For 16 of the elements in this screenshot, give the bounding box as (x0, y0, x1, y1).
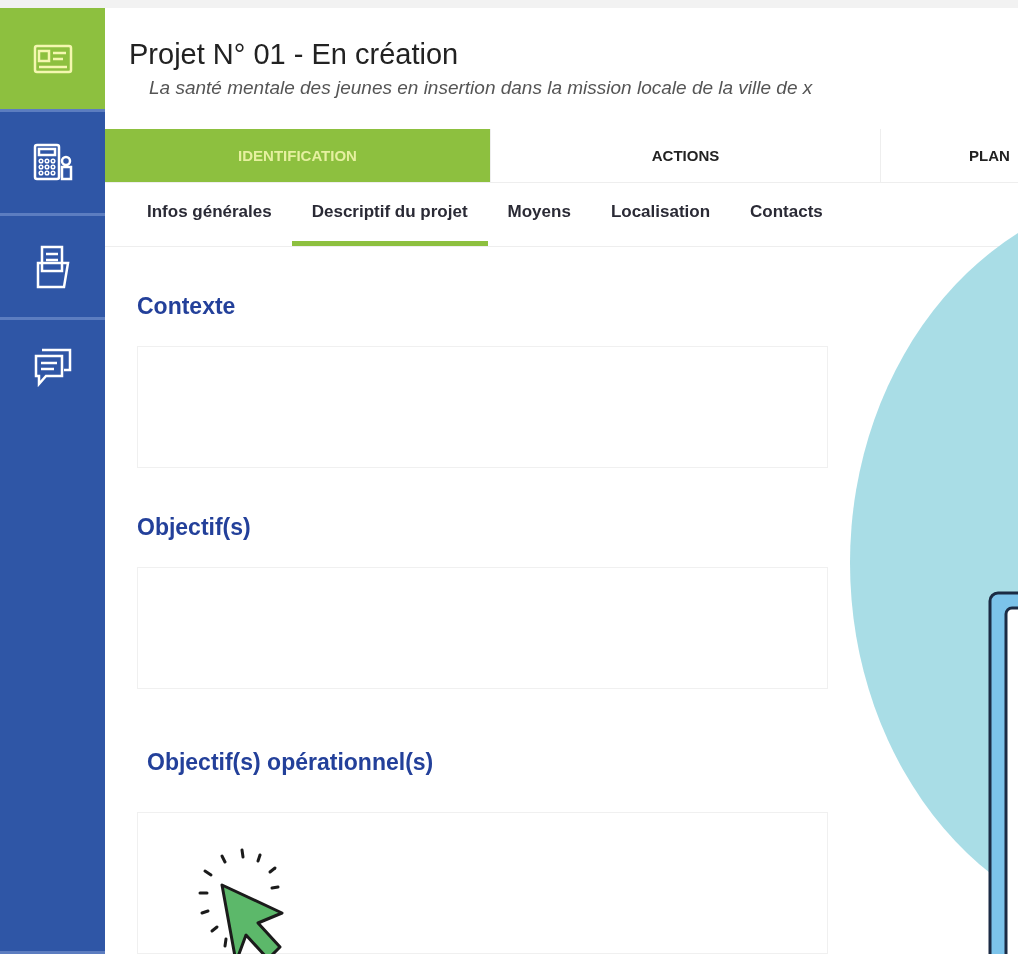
sub-tab[interactable]: Descriptif du projet (291, 182, 488, 246)
sidebar-item[interactable] (0, 8, 105, 112)
sub-tab[interactable]: Contacts (730, 182, 843, 246)
section-title: Objectif(s) (137, 514, 252, 541)
project-title: Projet N° 01 - En création (129, 38, 460, 71)
sub-tab[interactable]: Infos générales (127, 182, 292, 246)
calculator-icon (32, 142, 73, 183)
folder-icon (34, 244, 71, 289)
section-title: Contexte (137, 293, 237, 320)
sub-tab[interactable]: Moyens (487, 182, 591, 246)
text-field[interactable] (137, 812, 828, 954)
section-title: Objectif(s) opérationnel(s) (147, 749, 435, 776)
sub-tab[interactable]: Localisation (590, 182, 731, 246)
chat-icon (33, 348, 72, 388)
id-card-icon (32, 43, 73, 74)
project-subtitle: La santé mentale des jeunes en insertion dans la mission locale de la ville de x (149, 77, 814, 99)
